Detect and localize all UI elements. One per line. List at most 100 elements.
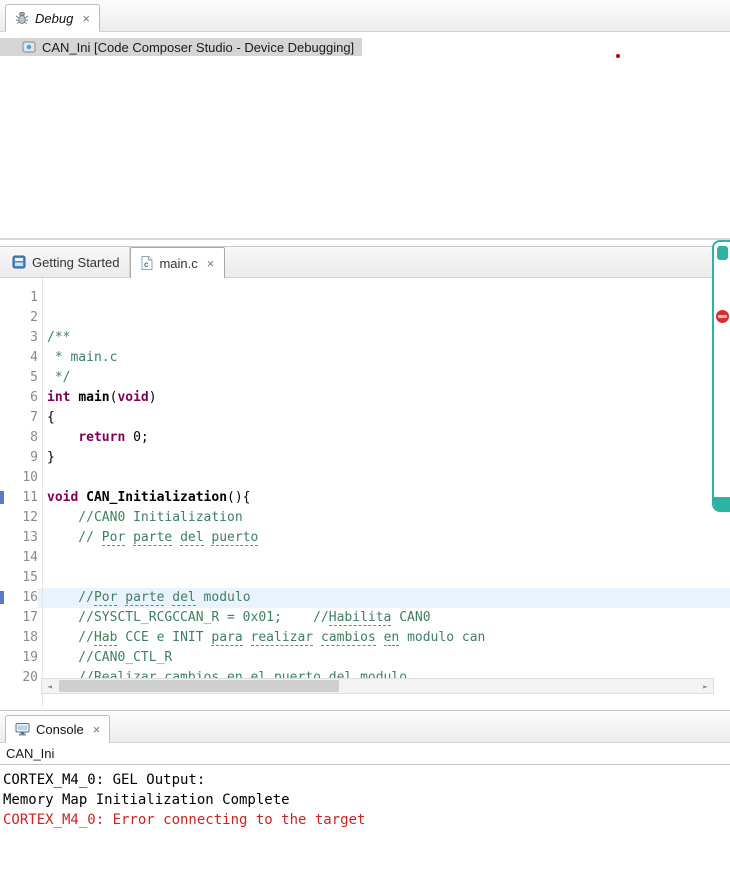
console-view-header: Console × [0,711,730,743]
code-token: CCE e INIT [117,630,212,645]
code-token: void [47,490,79,505]
horizontal-scrollbar[interactable]: ◄ ► [41,678,714,694]
console-icon [15,722,30,736]
debug-tab-label: Debug [35,10,74,26]
code-token: // [47,530,102,545]
console-output[interactable]: CORTEX_M4_0: GEL Output: Memory Map Initi… [0,765,730,835]
tab-main-c[interactable]: c main.c × [130,247,226,278]
code-line[interactable]: 4 * main.c [0,348,730,368]
line-number[interactable]: 12 [7,508,38,528]
console-title: CAN_Ini [0,743,730,765]
code-text: void CAN_Initialization(){ [38,488,730,508]
line-number[interactable]: 13 [7,528,38,548]
code-line[interactable]: 15 [0,568,730,588]
code-line[interactable]: 18 //Hab CCE e INIT para realizar cambio… [0,628,730,648]
line-number[interactable]: 2 [7,308,38,328]
error-badge-icon [716,310,729,323]
code-line[interactable]: 16 //Por parte del modulo [0,588,730,608]
line-number[interactable]: 15 [7,568,38,588]
tab-getting-started[interactable]: Getting Started [2,247,131,277]
code-line[interactable]: 10 [0,468,730,488]
close-icon[interactable]: × [82,12,90,25]
line-number[interactable]: 1 [7,288,38,308]
code-token: ) [148,390,157,405]
code-token: parte [125,590,165,606]
gutter-annotation [0,388,7,408]
code-token: //CAN0 Initialization [47,510,243,525]
code-token: } [47,450,55,465]
scrollbar-thumb[interactable] [59,680,339,692]
line-number[interactable]: 19 [7,648,38,668]
line-number[interactable]: 4 [7,348,38,368]
debug-session-row[interactable]: CAN_Ini [Code Composer Studio - Device D… [0,38,363,56]
code-token: * main.c [47,350,118,365]
code-token: //CAN0_CTL_R [47,650,173,665]
code-line[interactable]: 3 /** [0,328,730,348]
code-line[interactable]: 6 int main(void) [0,388,730,408]
code-token: void [117,390,149,405]
code-editor[interactable]: 1 2 3/** 4 * main.c 5 */6 int main(void) 7{8 r… [0,278,730,706]
code-text: // Por parte del puerto [38,528,730,548]
debug-view: Debug × CAN_Ini [Code Composer Studio - … [0,0,730,240]
gutter-annotation [0,588,7,608]
code-token: // [47,630,94,645]
code-line[interactable]: 19 //CAN0_CTL_R [0,648,730,668]
line-number[interactable]: 9 [7,448,38,468]
gutter-annotation [0,528,7,548]
gutter-annotation [0,428,7,448]
code-text: */ [38,368,730,388]
code-line[interactable]: 1 [0,288,730,308]
line-number[interactable]: 7 [7,408,38,428]
code-line[interactable]: 5 */ [0,368,730,388]
code-line[interactable]: 13 // Por parte del puerto [0,528,730,548]
code-token: CAN0 [391,610,431,625]
code-line[interactable]: 8 return 0; [0,428,730,448]
code-token: { [47,410,55,425]
line-number[interactable]: 11 [7,488,38,508]
line-number[interactable]: 17 [7,608,38,628]
code-line[interactable]: 12 //CAN0 Initialization [0,508,730,528]
gutter-annotation [0,448,7,468]
code-line[interactable]: 17 //SYSCTL_RCGCCAN_R = 0x01; //Habilita… [0,608,730,628]
code-token: (){ [227,490,251,505]
editor-panel: Getting Started c main.c × 1 2 3/** 4 * mai… [0,246,730,706]
close-icon[interactable]: × [93,723,101,736]
console-line: Memory Map Initialization Complete [3,792,290,808]
tab-debug[interactable]: Debug × [5,4,100,32]
code-token: puerto [211,530,259,546]
code-token: en [383,630,400,646]
line-number[interactable]: 20 [7,668,38,688]
code-line[interactable]: 9} [0,448,730,468]
gutter-annotation [0,308,7,328]
close-icon[interactable]: × [207,257,215,270]
code-line[interactable]: 2 [0,308,730,328]
scroll-left-arrow[interactable]: ◄ [42,682,57,691]
line-number[interactable]: 3 [7,328,38,348]
tab-console[interactable]: Console × [5,715,111,743]
line-number[interactable]: 10 [7,468,38,488]
side-popup[interactable] [712,240,730,512]
line-number[interactable]: 18 [7,628,38,648]
code-text: //SYSCTL_RCGCCAN_R = 0x01; //Habilita CA… [38,608,730,628]
line-number[interactable]: 14 [7,548,38,568]
popup-accent-chip [717,246,728,260]
code-line[interactable]: 7{ [0,408,730,428]
gutter-annotation [0,468,7,488]
code-line[interactable]: 11 void CAN_Initialization(){ [0,488,730,508]
line-number[interactable]: 8 [7,428,38,448]
code-token: int [47,390,71,405]
scroll-right-arrow[interactable]: ► [698,682,713,691]
line-number[interactable]: 16 [7,588,38,608]
code-line[interactable]: 14 [0,548,730,568]
line-number[interactable]: 5 [7,368,38,388]
console-line: CORTEX_M4_0: Error connecting to the tar… [3,812,366,828]
code-token: 0; [125,430,149,445]
line-number[interactable]: 6 [7,388,38,408]
code-lines: 1 2 3/** 4 * main.c 5 */6 int main(void) 7{8 r… [0,288,730,688]
code-token: Por [101,530,126,546]
